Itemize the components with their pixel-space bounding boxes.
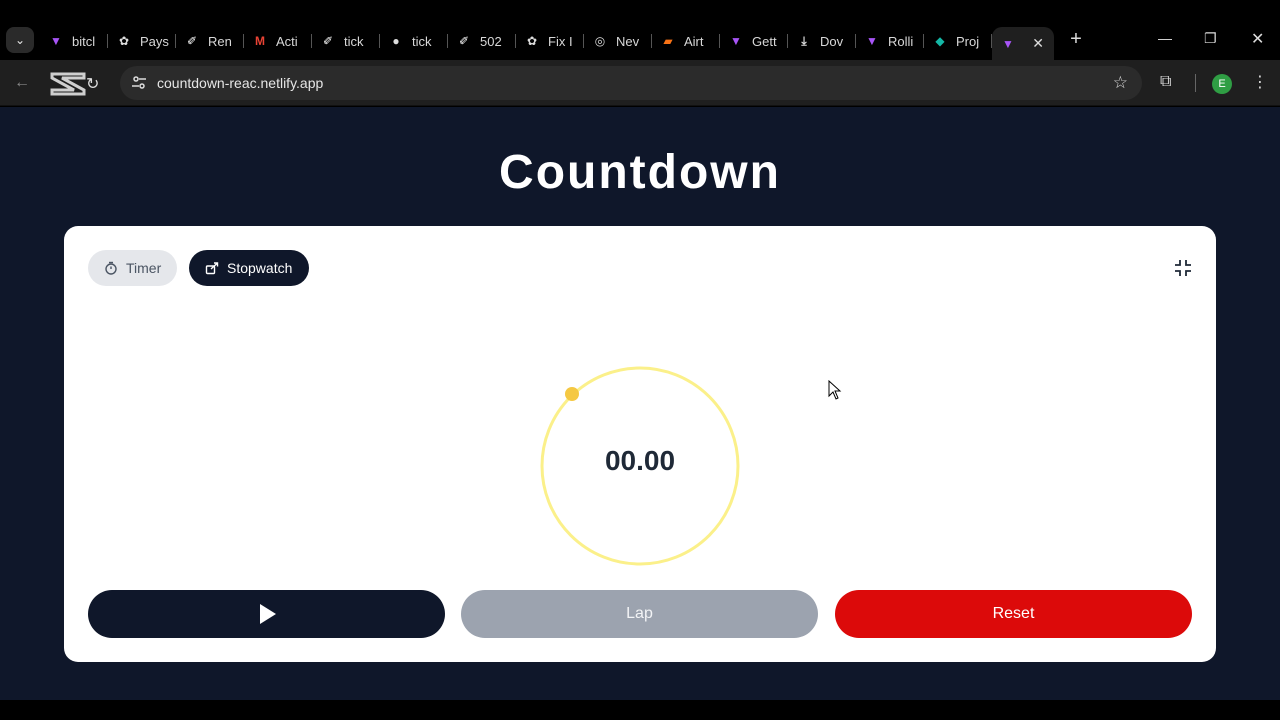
tab-list: ▼ bitcl ✿ Pays ✐ Ren M Acti ✐ tick ● tick ✐ 502 ✿ Fix I… — [40, 27, 1054, 60]
browser-tab[interactable]: ✐ 502 — [448, 27, 516, 55]
airtable-icon: ▰ — [663, 34, 673, 48]
browser-tab-label: Proj — [956, 33, 980, 49]
reload-icon[interactable]: ↻ — [86, 74, 99, 94]
browser-tab-label: tick — [412, 33, 432, 49]
new-tab-button[interactable]: + — [1066, 29, 1086, 50]
minimize-icon[interactable]: — — [1158, 30, 1172, 46]
close-tab-icon[interactable]: ✕ — [1032, 35, 1044, 52]
browser-tab[interactable]: ✿ Fix I — [516, 27, 584, 55]
browser-tab[interactable]: M Acti — [244, 27, 312, 55]
browser-tab[interactable]: ✐ Ren — [176, 27, 244, 55]
omnibox[interactable]: countdown-reac.netlify.app ☆ — [120, 66, 1142, 100]
browser-tab[interactable]: ✿ Pays — [108, 27, 176, 55]
browser-tab[interactable]: ▼ bitcl — [40, 27, 108, 55]
lap-button[interactable]: Lap — [461, 590, 818, 638]
vite-icon: ▼ — [50, 34, 62, 48]
capcut-watermark-icon — [50, 72, 86, 96]
bottom-letterbox — [0, 700, 1280, 720]
back-arrow-icon[interactable]: ← — [14, 74, 30, 92]
mouse-cursor-icon — [828, 380, 842, 400]
browser-tab[interactable]: ◆ Proj — [924, 27, 992, 55]
url-text[interactable]: countdown-reac.netlify.app — [157, 75, 323, 91]
browser-tab-label: bitcl — [72, 33, 96, 49]
browser-tab-label: Acti — [276, 33, 298, 49]
browser-tab[interactable]: ● tick — [380, 27, 448, 55]
globe-icon: ● — [392, 34, 400, 48]
render-icon: ✐ — [186, 34, 198, 48]
browser-tab-label: Fix I — [548, 33, 573, 49]
browser-tab[interactable]: ▼ Gett — [720, 27, 788, 55]
browser-tab[interactable]: ✐ tick — [312, 27, 380, 55]
browser-tab-label: Ren — [208, 33, 232, 49]
menu-kebab-icon[interactable]: ⋮ — [1252, 72, 1268, 92]
vite-icon: ▼ — [1002, 36, 1014, 51]
browser-tab-label: Airt — [684, 33, 704, 49]
exit-fullscreen-icon[interactable] — [1174, 259, 1192, 277]
share-arrow-icon — [205, 262, 219, 275]
vite-icon: ▼ — [866, 34, 878, 48]
extensions-puzzle-icon[interactable]: ⧉ — [1160, 73, 1171, 91]
close-window-icon[interactable]: ✕ — [1251, 29, 1264, 49]
play-icon — [259, 604, 276, 624]
gmail-icon: M — [255, 34, 265, 48]
site-info-icon[interactable] — [131, 75, 147, 91]
profile-avatar[interactable]: E — [1212, 74, 1232, 94]
stopwatch-mode-button[interactable]: Stopwatch — [189, 250, 309, 286]
browser-tab[interactable]: ▼ Rolli — [856, 27, 924, 55]
browser-tab-active[interactable]: ▼ ✕ — [992, 27, 1054, 60]
timer-mode-button[interactable]: Timer — [88, 250, 177, 286]
chrome-icon: ◎ — [594, 34, 606, 48]
browser-tab-label: Dov — [820, 33, 844, 49]
browser-tab[interactable]: ▰ Airt — [652, 27, 720, 55]
browser-tab-label: Nev — [616, 33, 640, 49]
browser-tab-label: Pays — [140, 33, 169, 49]
browser-tab-label: Gett — [752, 33, 777, 49]
render-icon: ✐ — [458, 34, 470, 48]
render-icon: ✐ — [322, 34, 334, 48]
bookmark-star-icon[interactable]: ☆ — [1113, 73, 1128, 93]
tab-search-button[interactable]: ⌄ — [6, 27, 34, 53]
restore-icon[interactable]: ❐ — [1204, 30, 1217, 47]
browser-tab-label: Rolli — [888, 33, 914, 49]
app-page: Countdown Timer Stopwatch 00.00 Lap Rese… — [0, 107, 1280, 700]
openai-icon: ✿ — [118, 34, 130, 48]
page-title: Countdown — [499, 146, 781, 199]
vite-icon: ▼ — [730, 34, 742, 48]
browser-tab[interactable]: ◎ Nev — [584, 27, 652, 55]
openai-icon: ✿ — [526, 34, 538, 48]
play-button[interactable] — [88, 590, 445, 638]
browser-tab[interactable]: ⤓ Dov — [788, 27, 856, 55]
netlify-icon: ◆ — [935, 34, 945, 48]
toolbar-divider — [1195, 74, 1196, 92]
stopwatch-icon — [105, 261, 117, 275]
reset-button[interactable]: Reset — [835, 590, 1192, 638]
stopwatch-card: Timer Stopwatch 00.00 Lap Reset — [64, 226, 1216, 662]
timer-mode-label: Timer — [126, 260, 162, 276]
browser-tab-label: 502 — [480, 33, 502, 49]
download-icon: ⤓ — [801, 33, 807, 48]
elapsed-time-display: 00.00 — [604, 445, 676, 476]
chevron-down-icon: ⌄ — [14, 33, 26, 47]
tab-strip: ⌄ ▼ bitcl ✿ Pays ✐ Ren M Acti ✐ tick ● tick ✐ 502 ✿ Fix… — [0, 0, 1280, 60]
stopwatch-mode-label: Stopwatch — [227, 260, 293, 276]
toolbar: ← ↻ countdown-reac.netlify.app ☆ ⧉ E ⋮ — [0, 60, 1280, 106]
browser-tab-label: tick — [344, 33, 364, 49]
